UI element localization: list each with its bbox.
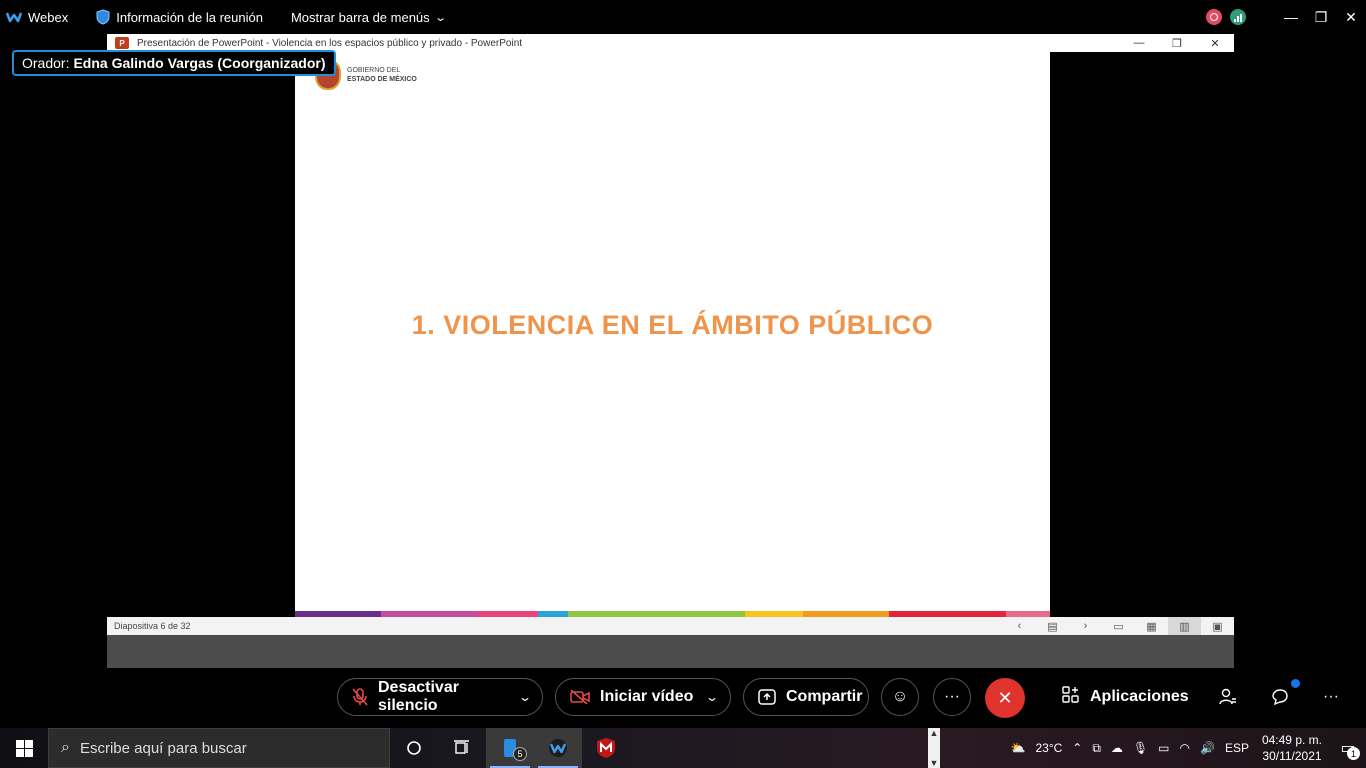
- taskbar-app-phone[interactable]: 5: [486, 728, 534, 768]
- search-icon: ⌕: [61, 739, 70, 756]
- reading-view-icon[interactable]: ▥: [1168, 617, 1201, 635]
- video-off-icon: [570, 690, 590, 704]
- microphone-muted-icon: [352, 688, 368, 706]
- active-speaker-label: Orador: Edna Galindo Vargas (Coorganizad…: [12, 50, 336, 76]
- share-button[interactable]: Compartir: [743, 678, 869, 716]
- meeting-info-label: Información de la reunión: [116, 9, 263, 25]
- more-icon: ···: [944, 688, 960, 705]
- chevron-down-icon[interactable]: ⌄: [705, 690, 719, 704]
- reactions-button[interactable]: ☺: [881, 678, 919, 716]
- previous-slide-icon[interactable]: ‹: [1003, 617, 1036, 635]
- chevron-down-icon: ⌄: [433, 11, 447, 24]
- close-button[interactable]: ✕: [1336, 0, 1366, 34]
- chevron-up-icon[interactable]: ▲: [930, 728, 939, 738]
- webex-logo-icon: [6, 12, 22, 23]
- chat-notification-dot: [1291, 679, 1300, 688]
- windows-logo-icon: [15, 739, 33, 757]
- emoji-icon: ☺: [891, 688, 909, 705]
- more-options-button[interactable]: ···: [933, 678, 971, 716]
- onedrive-icon[interactable]: ☁: [1106, 741, 1128, 755]
- start-video-button[interactable]: Iniciar vídeo ⌄: [555, 678, 731, 716]
- recording-indicator-icon[interactable]: [1206, 9, 1222, 25]
- start-video-label: Iniciar vídeo: [600, 688, 694, 705]
- close-icon: ✕: [997, 687, 1013, 708]
- clock-time: 04:49 p. m.: [1261, 733, 1322, 747]
- powerpoint-window-title: Presentación de PowerPoint - Violencia e…: [137, 37, 523, 49]
- webex-app-name: Webex: [28, 9, 69, 25]
- show-menu-bar-button[interactable]: Mostrar barra de menús ⌄: [290, 0, 447, 34]
- meeting-controls: Desactivar silencio ⌄ Iniciar vídeo ⌄ Co…: [0, 668, 1366, 728]
- start-button[interactable]: [0, 728, 48, 768]
- share-icon: [758, 689, 776, 705]
- apps-icon: [1062, 685, 1080, 709]
- logo-line-1: GOBIERNO DEL: [347, 67, 401, 74]
- apps-label: Aplicaciones: [1090, 688, 1189, 705]
- system-tray: ⛅ 23°C ⌃ ⧉ ☁ 🎙 ▭ ◠ 🔊 ESP 04:49 p. m. 30/…: [1006, 728, 1366, 768]
- webex-icon: [549, 739, 567, 757]
- slide-counter: Diapositiva 6 de 32: [114, 621, 191, 631]
- taskbar-app-webex[interactable]: [534, 728, 582, 768]
- chevron-down-icon[interactable]: ⌄: [518, 690, 532, 704]
- search-placeholder: Escribe aquí para buscar: [79, 739, 247, 757]
- next-slide-icon[interactable]: ›: [1069, 617, 1102, 635]
- normal-view-icon[interactable]: ▭: [1102, 617, 1135, 635]
- volume-icon[interactable]: 🔊: [1195, 741, 1220, 755]
- network-health-icon[interactable]: [1230, 9, 1246, 25]
- notifications-button[interactable]: ▭ 1: [1330, 728, 1366, 768]
- taskbar-scroll-arrows[interactable]: ▲ ▼: [928, 728, 940, 768]
- clock[interactable]: 04:49 p. m. 30/11/2021: [1254, 732, 1330, 764]
- notification-count: 1: [1347, 747, 1360, 760]
- more-horizontal-icon[interactable]: ···: [1316, 678, 1346, 716]
- window-controls: — ❐ ✕: [1206, 0, 1366, 34]
- chevron-down-icon[interactable]: ▼: [930, 758, 939, 768]
- notes-icon[interactable]: ▤: [1036, 617, 1069, 635]
- windows-taskbar: ⌕ Escribe aquí para buscar 5 ⛅ 23°C ⌃ ⧉ …: [0, 728, 1366, 768]
- restore-button[interactable]: ❐: [1306, 0, 1336, 34]
- slide-sorter-icon[interactable]: ▦: [1135, 617, 1168, 635]
- participants-icon[interactable]: [1213, 678, 1243, 716]
- slideshow-icon[interactable]: ▣: [1201, 617, 1234, 635]
- chevron-up-icon[interactable]: ⌃: [1067, 741, 1087, 755]
- leave-meeting-button[interactable]: ✕: [985, 678, 1025, 718]
- slide-title: 1. VIOLENCIA EN EL ÁMBITO PÚBLICO: [411, 310, 934, 340]
- power-icon[interactable]: ▭: [1153, 741, 1174, 755]
- minimize-button[interactable]: —: [1276, 0, 1306, 34]
- wifi-icon[interactable]: ◠: [1175, 741, 1195, 755]
- clock-date: 30/11/2021: [1262, 749, 1322, 763]
- ppt-close-button[interactable]: ✕: [1196, 34, 1234, 52]
- unmute-label: Desactivar silencio: [378, 679, 459, 714]
- meeting-info-button[interactable]: Información de la reunión: [96, 0, 263, 34]
- meet-now-icon[interactable]: ⧉: [1087, 741, 1106, 756]
- webex-app-menu[interactable]: Webex: [0, 0, 68, 34]
- shield-icon: [96, 9, 110, 25]
- task-view-icon[interactable]: [438, 728, 486, 768]
- app-count-badge: 5: [513, 747, 527, 761]
- share-label: Compartir: [786, 688, 863, 705]
- cortana-icon[interactable]: [390, 728, 438, 768]
- language-indicator[interactable]: ESP: [1220, 741, 1254, 755]
- speaker-name: Edna Galindo Vargas (Coorganizador): [73, 55, 326, 71]
- weather-icon[interactable]: ⛅: [1006, 741, 1031, 755]
- taskbar-app-mcafee[interactable]: [582, 728, 630, 768]
- weather-temperature[interactable]: 23°C: [1030, 741, 1067, 755]
- ppt-minimize-button[interactable]: —: [1120, 34, 1158, 52]
- presentation-slide[interactable]: GOBIERNO DEL ESTADO DE MÉXICO 1. VIOLENC…: [295, 52, 1050, 617]
- show-menu-bar-label: Mostrar barra de menús: [290, 9, 430, 25]
- ppt-restore-button[interactable]: ❐: [1158, 34, 1196, 52]
- logo-line-2: ESTADO DE MÉXICO: [347, 76, 417, 83]
- unmute-button[interactable]: Desactivar silencio ⌄: [337, 678, 543, 716]
- taskbar-search-box[interactable]: ⌕ Escribe aquí para buscar: [48, 728, 390, 768]
- webex-title-bar: Webex Información de la reunión Mostrar …: [0, 0, 1366, 34]
- powerpoint-status-bar: Diapositiva 6 de 32 ‹ ▤ › ▭ ▦ ▥ ▣: [107, 617, 1234, 635]
- microphone-icon[interactable]: 🎙: [1128, 741, 1153, 755]
- speaker-prefix: Orador:: [22, 55, 70, 71]
- powerpoint-bottom-area: [107, 635, 1234, 668]
- mcafee-shield-icon: [597, 738, 615, 758]
- powerpoint-icon: P: [115, 37, 129, 49]
- apps-button[interactable]: Aplicaciones: [1062, 678, 1189, 716]
